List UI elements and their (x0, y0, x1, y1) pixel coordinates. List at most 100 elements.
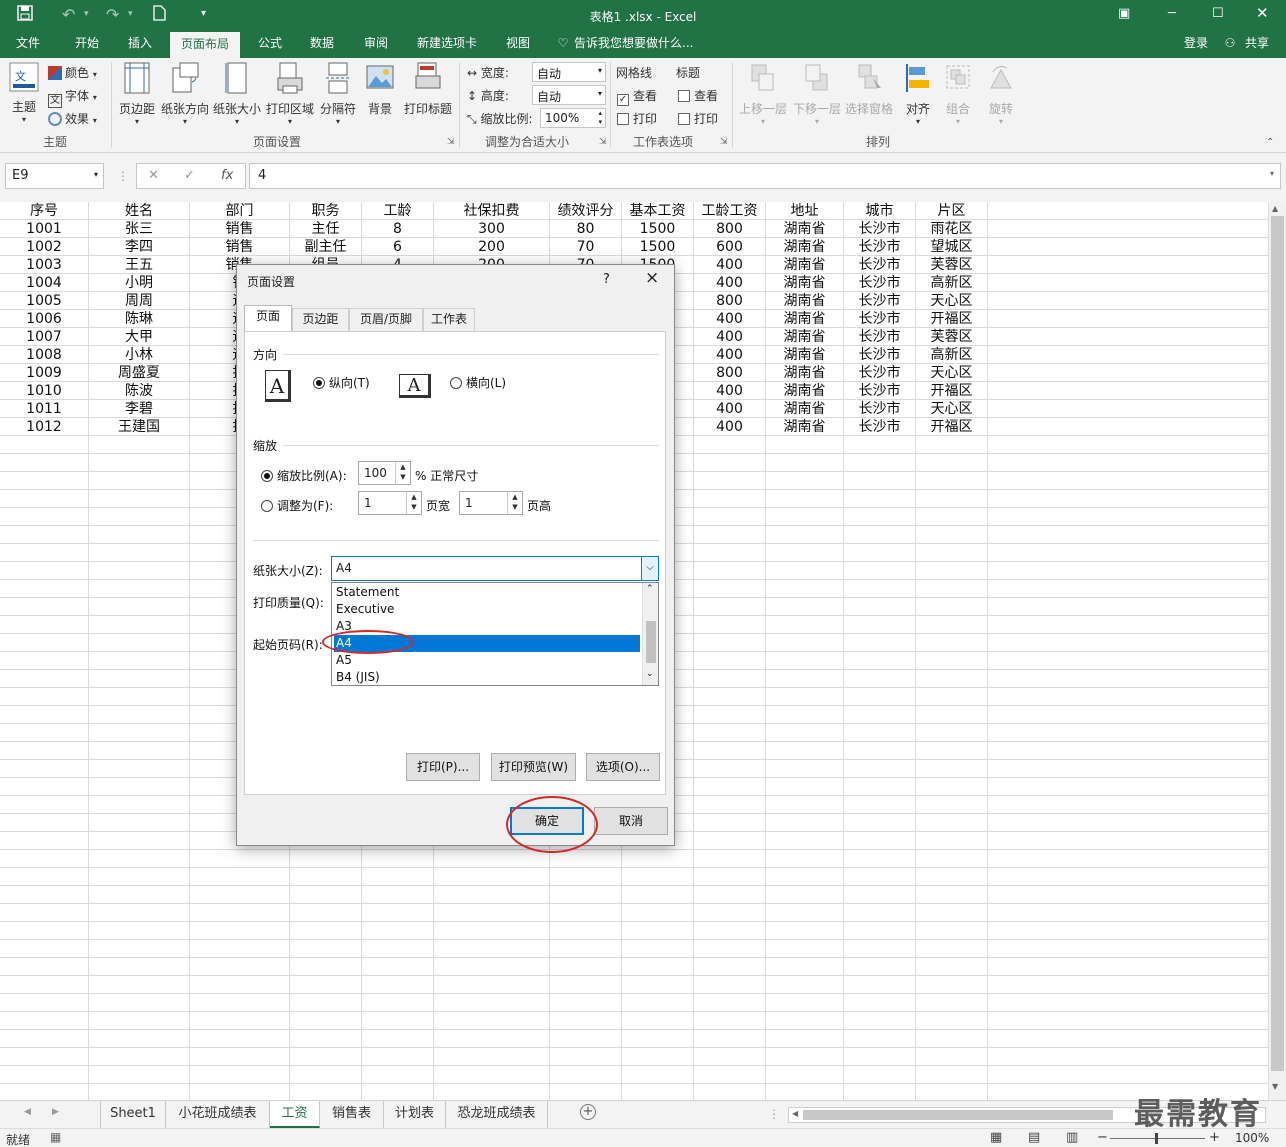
header-cell[interactable]: 序号 (0, 202, 88, 220)
table-cell[interactable]: 湖南省 (766, 346, 843, 364)
table-cell[interactable]: 800 (694, 364, 765, 382)
tab-formulas[interactable]: 公式 (248, 31, 292, 58)
effects-button[interactable]: 效果 ▾ (48, 110, 97, 127)
header-cell[interactable]: 城市 (844, 202, 915, 220)
table-cell[interactable]: 70 (550, 238, 621, 256)
table-cell[interactable]: 湖南省 (766, 310, 843, 328)
header-cell[interactable]: 工龄 (362, 202, 433, 220)
header-cell[interactable]: 部门 (190, 202, 289, 220)
tab-file[interactable]: 文件 (6, 31, 50, 58)
table-cell[interactable]: 1007 (0, 328, 88, 346)
table-cell[interactable]: 周周 (89, 292, 189, 310)
macro-record-icon[interactable]: ▦ (50, 1130, 61, 1144)
table-cell[interactable]: 王建国 (89, 418, 189, 436)
maximize-icon[interactable]: ☐ (1212, 6, 1224, 21)
fit-width-spinner[interactable]: 1 ▲ ▼ (358, 491, 422, 515)
tab-data[interactable]: 数据 (300, 31, 344, 58)
bring-forward-button[interactable]: 上移一层 ▾ (737, 62, 789, 126)
sheet-tab-salary[interactable]: 工资 (270, 1101, 320, 1128)
table-cell[interactable]: 8 (362, 220, 433, 238)
table-cell[interactable]: 400 (694, 346, 765, 364)
table-cell[interactable]: 陈琳 (89, 310, 189, 328)
background-button[interactable]: 背景 (362, 62, 398, 117)
selection-pane-button[interactable]: 选择窗格 (844, 62, 894, 117)
paper-option[interactable]: Executive (334, 601, 640, 618)
table-cell[interactable]: 长沙市 (844, 364, 915, 382)
vertical-scrollbar[interactable]: ▲ ▼ (1268, 202, 1286, 1100)
paper-size-button[interactable]: 纸张大小 ▾ (212, 62, 262, 126)
sheet-tab-sales[interactable]: 销售表 (320, 1101, 384, 1128)
sheet-tab-sheet1[interactable]: Sheet1 (100, 1101, 166, 1128)
sheet-tab-dinosaur[interactable]: 恐龙班成绩表 (446, 1101, 548, 1128)
table-cell[interactable]: 400 (694, 418, 765, 436)
table-cell[interactable]: 望城区 (916, 238, 987, 256)
tab-review[interactable]: 审阅 (354, 31, 398, 58)
table-cell[interactable]: 开福区 (916, 418, 987, 436)
header-cell[interactable]: 绩效评分 (550, 202, 621, 220)
table-cell[interactable]: 天心区 (916, 364, 987, 382)
sheet-options-launcher-icon[interactable]: ⇲ (720, 137, 728, 147)
table-cell[interactable]: 1500 (622, 220, 693, 238)
table-cell[interactable]: 400 (694, 274, 765, 292)
add-sheet-icon[interactable]: + (580, 1104, 596, 1120)
themes-button[interactable]: 文 主题 ▾ (6, 62, 42, 124)
tab-split-grip-icon[interactable]: ⋮ (768, 1107, 780, 1121)
share-button[interactable]: 共享 (1240, 31, 1274, 58)
fit-to-radio[interactable]: 调整为(F): (261, 497, 333, 514)
table-cell[interactable]: 1002 (0, 238, 88, 256)
table-cell[interactable]: 大甲 (89, 328, 189, 346)
options-button[interactable]: 选项(O)... (586, 753, 660, 781)
table-cell[interactable]: 湖南省 (766, 382, 843, 400)
width-dropdown[interactable]: 自动 ▾ (532, 62, 606, 82)
page-setup-launcher-icon[interactable]: ⇲ (447, 137, 455, 147)
sign-in-link[interactable]: 登录 (1178, 31, 1214, 58)
table-cell[interactable]: 800 (694, 220, 765, 238)
margins-button[interactable]: 页边距 ▾ (117, 62, 157, 126)
table-cell[interactable]: 200 (434, 238, 549, 256)
table-cell[interactable]: 开福区 (916, 310, 987, 328)
table-cell[interactable]: 300 (434, 220, 549, 238)
table-cell[interactable]: 长沙市 (844, 400, 915, 418)
table-cell[interactable]: 400 (694, 328, 765, 346)
table-cell[interactable]: 长沙市 (844, 292, 915, 310)
print-area-button[interactable]: 打印区域 ▾ (265, 62, 315, 126)
page-break-view-icon[interactable]: ▥ (1066, 1130, 1078, 1145)
expand-formula-icon[interactable]: ▾ (1270, 169, 1274, 178)
table-cell[interactable]: 销售 (190, 220, 289, 238)
fit-height-spinner[interactable]: 1 ▲ ▼ (459, 491, 523, 515)
paper-option[interactable]: A5 (334, 652, 640, 669)
table-cell[interactable]: 长沙市 (844, 274, 915, 292)
portrait-radio[interactable]: 纵向(T) (313, 374, 370, 391)
table-cell[interactable]: 开福区 (916, 382, 987, 400)
tab-view[interactable]: 视图 (496, 31, 540, 58)
list-scrollbar[interactable]: ⌃ ⌄ (642, 583, 658, 685)
table-cell[interactable]: 400 (694, 256, 765, 274)
confirm-entry-icon[interactable]: ✓ (184, 168, 195, 183)
landscape-radio[interactable]: 横向(L) (450, 374, 506, 391)
print-button[interactable]: 打印(P)... (406, 753, 480, 781)
normal-view-icon[interactable]: ▦ (990, 1130, 1002, 1145)
table-cell[interactable]: 湖南省 (766, 274, 843, 292)
table-cell[interactable]: 1003 (0, 256, 88, 274)
page-layout-view-icon[interactable]: ▤ (1028, 1130, 1040, 1145)
adjust-ratio-radio[interactable]: 缩放比例(A): (261, 467, 347, 484)
tab-insert[interactable]: 插入 (117, 31, 163, 58)
orientation-button[interactable]: 纸张方向 ▾ (160, 62, 210, 126)
table-cell[interactable]: 湖南省 (766, 220, 843, 238)
table-cell[interactable]: 80 (550, 220, 621, 238)
ratio-spinner[interactable]: 100 ▲ ▼ (358, 461, 411, 485)
table-cell[interactable]: 6 (362, 238, 433, 256)
table-cell[interactable]: 1010 (0, 382, 88, 400)
table-cell[interactable]: 高新区 (916, 346, 987, 364)
tell-me-search[interactable]: 告诉我您想要做什么... (574, 31, 704, 58)
hscroll-thumb[interactable] (803, 1110, 1113, 1120)
table-cell[interactable]: 销售 (190, 238, 289, 256)
table-cell[interactable]: 湖南省 (766, 256, 843, 274)
gridlines-view-checkbox[interactable]: ✓ 查看 (617, 87, 657, 106)
headings-view-checkbox[interactable]: 查看 (678, 87, 718, 104)
table-cell[interactable]: 湖南省 (766, 292, 843, 310)
table-cell[interactable]: 1004 (0, 274, 88, 292)
paper-option[interactable]: B4 (JIS) (334, 669, 640, 686)
table-cell[interactable]: 湖南省 (766, 328, 843, 346)
colors-button[interactable]: 颜色 ▾ (48, 64, 97, 81)
